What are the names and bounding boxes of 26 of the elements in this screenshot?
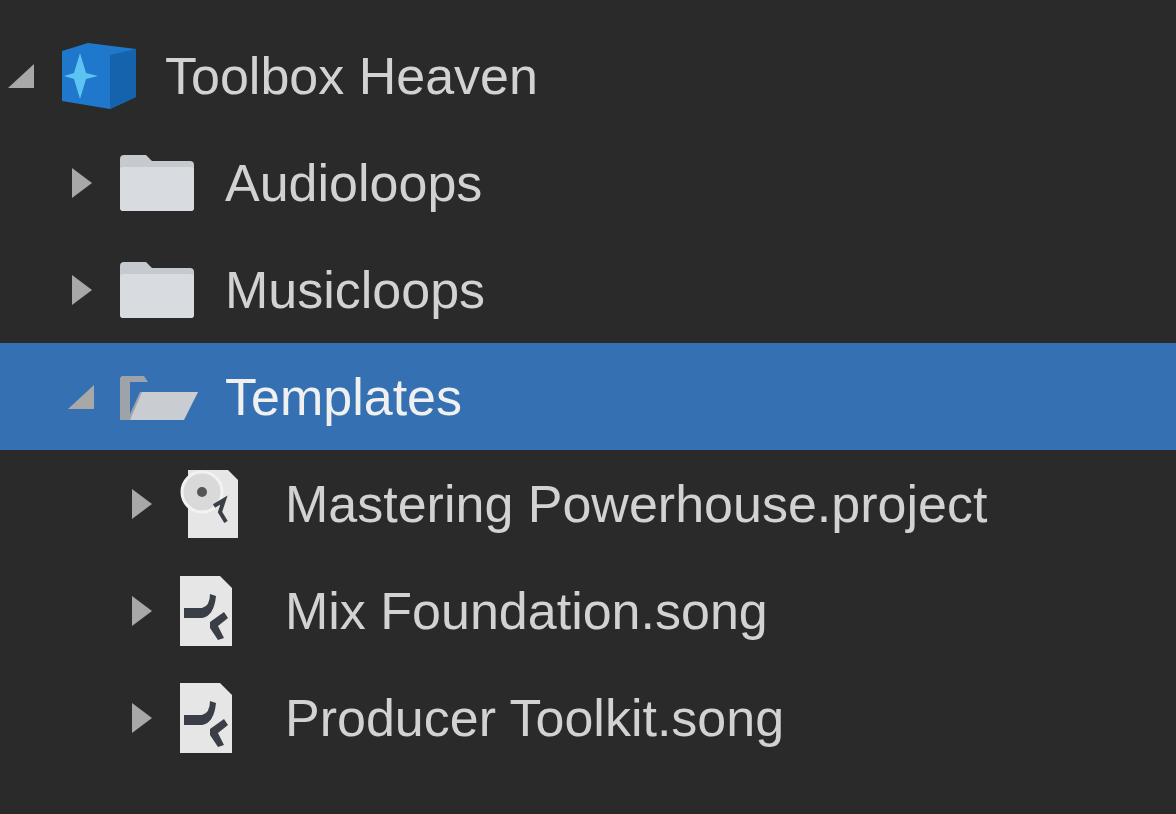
tree-item-label[interactable]: Toolbox Heaven (165, 45, 538, 106)
expand-arrow-icon[interactable] (132, 595, 152, 626)
tree-row[interactable]: Producer Toolkit.song (0, 664, 1176, 771)
tree-item-label[interactable]: Templates (225, 366, 462, 427)
expand-arrow-icon[interactable] (132, 488, 152, 519)
tree-row[interactable]: Audioloops (0, 129, 1176, 236)
tree-item-label[interactable]: Producer Toolkit.song (285, 687, 785, 748)
tree-row[interactable]: Mastering Powerhouse.project (0, 450, 1176, 557)
tree-item-label[interactable]: Musicloops (225, 259, 486, 320)
selected-tree-row[interactable]: Templates (0, 343, 1176, 450)
tree-row[interactable]: Musicloops (0, 236, 1176, 343)
song-file-icon (180, 682, 232, 753)
expand-arrow-icon[interactable] (72, 167, 92, 198)
folder-icon (120, 261, 194, 318)
collapse-arrow-icon[interactable] (8, 63, 36, 88)
folder-open-icon (120, 373, 198, 420)
tree-item-label[interactable]: Mix Foundation.song (285, 580, 768, 641)
expand-arrow-icon[interactable] (72, 274, 92, 305)
song-file-icon (180, 575, 232, 646)
expand-arrow-icon[interactable] (132, 702, 152, 733)
tree-item-label[interactable]: Audioloops (225, 152, 483, 213)
tree-item-label[interactable]: Mastering Powerhouse.project (285, 473, 988, 534)
cube-icon (60, 42, 138, 109)
tree-row[interactable]: Mix Foundation.song (0, 557, 1176, 664)
tree-row[interactable]: Toolbox Heaven (0, 22, 1176, 129)
folder-icon (120, 154, 194, 211)
